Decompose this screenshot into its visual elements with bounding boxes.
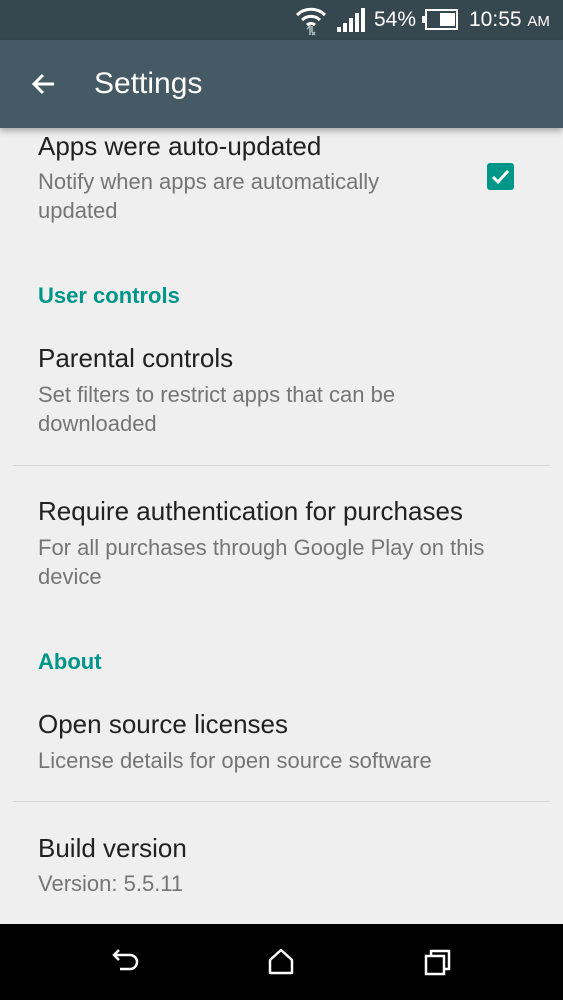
wifi-icon [295,7,327,36]
setting-title: Apps were auto-updated [38,131,322,161]
app-bar: Settings [0,40,563,128]
section-header-user-controls: User controls [38,283,180,308]
clock-time: 10:55 [469,8,522,31]
home-icon[interactable] [265,946,297,978]
setting-require-authentication[interactable]: Require authentication for purchases For… [0,478,563,608]
setting-subtitle: For all purchases through Google Play on… [38,535,485,589]
setting-subtitle: Version: 5.5.11 [38,871,184,896]
divider [13,801,550,802]
navigation-bar [0,924,563,1000]
page-title: Settings [94,67,203,100]
recents-icon[interactable] [422,946,454,978]
signal-icon [337,8,365,32]
divider [13,465,550,466]
clock-ampm: AM [527,13,550,30]
setting-title: Build version [38,833,187,863]
setting-parental-controls[interactable]: Parental controls Set filters to restric… [0,328,563,458]
settings-list[interactable]: Apps were auto-updated Notify when apps … [0,128,563,924]
back-icon[interactable] [109,946,141,978]
setting-subtitle: Notify when apps are automatically updat… [38,169,380,223]
setting-title: Require authentication for purchases [38,496,463,526]
battery-icon [422,9,458,30]
setting-title: Parental controls [38,343,234,373]
setting-apps-auto-updated[interactable]: Apps were auto-updated Notify when apps … [0,128,563,238]
setting-subtitle: License details for open source software [38,748,432,773]
auto-update-checkbox[interactable] [487,163,514,190]
status-bar: 54% 10:55 AM [0,0,563,40]
battery-percent: 54% [374,8,417,31]
setting-subtitle: Set filters to restrict apps that can be… [38,382,396,436]
setting-open-source-licenses[interactable]: Open source licenses License details for… [0,698,563,798]
clock: 10:55 AM [469,7,550,35]
section-header-about: About [38,649,102,674]
arrow-back-icon[interactable] [28,68,60,100]
setting-build-version[interactable]: Build version Version: 5.5.11 [0,818,563,918]
setting-title: Open source licenses [38,709,289,739]
check-icon [491,169,510,185]
